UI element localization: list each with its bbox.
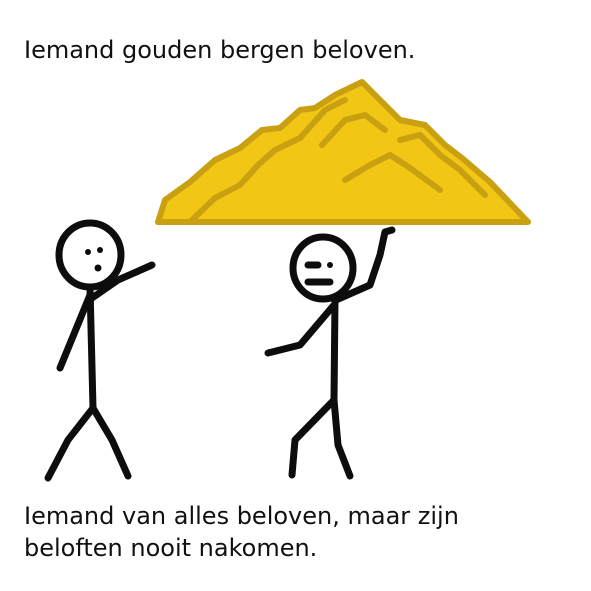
stick-figure-left xyxy=(44,219,156,482)
idiom-explanation: Iemand van alles beloven, maar zijn belo… xyxy=(24,502,459,562)
stick-figure-right xyxy=(264,226,396,480)
comic-panel: Iemand gouden bergen beloven. Iemand van… xyxy=(0,0,591,591)
gold-mountain-icon xyxy=(155,79,531,225)
